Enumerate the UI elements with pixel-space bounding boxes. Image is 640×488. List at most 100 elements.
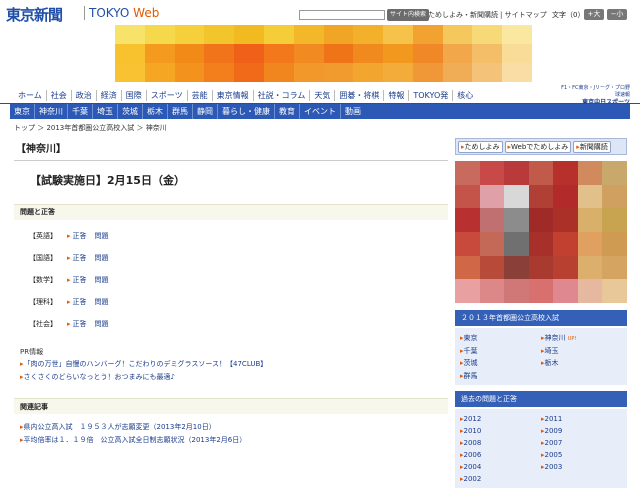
photo-tile bbox=[577, 231, 603, 256]
year-link[interactable]: ▸2012 bbox=[460, 415, 481, 423]
trial-subscribe-link[interactable]: ためしよみ・新聞購読 bbox=[428, 11, 498, 19]
pr-item[interactable]: ▸さくさくのどらいなっとう！おつまみにも最適♪ bbox=[20, 372, 175, 382]
subnav-events[interactable]: イベント bbox=[300, 104, 341, 119]
font-bigger-button[interactable]: +大 bbox=[584, 9, 604, 20]
nav-society[interactable]: 社会 bbox=[47, 90, 72, 101]
year-link[interactable]: ▸2011 bbox=[541, 415, 562, 423]
banner-tile bbox=[174, 63, 205, 82]
subnav-kanagawa[interactable]: 神奈川 bbox=[35, 104, 68, 119]
nav-tokyo-hatsu[interactable]: TOKYO発 bbox=[409, 90, 454, 101]
year-link[interactable]: ▸2008 bbox=[460, 439, 481, 447]
banner-tile bbox=[263, 44, 294, 63]
subnav-tokyo[interactable]: 東京 bbox=[10, 104, 35, 119]
site-logo-en[interactable]: TOKYO Web bbox=[89, 6, 159, 20]
answer-link[interactable]: 正答 bbox=[73, 298, 87, 306]
pref-link-gunma[interactable]: ▸群馬 bbox=[460, 371, 478, 381]
banner-tile bbox=[115, 25, 145, 44]
question-link[interactable]: 問題 bbox=[95, 276, 109, 284]
subject-name: 【国語】 bbox=[29, 254, 57, 262]
nav-editorial[interactable]: 社説・コラム bbox=[254, 90, 311, 101]
answer-link[interactable]: 正答 bbox=[73, 232, 87, 240]
pr-item[interactable]: ▸「肉の万世」自慢のハンバーグ！こだわりのデミグラスソース！【47CLUB】 bbox=[20, 359, 267, 369]
tab-subscribe[interactable]: ▸新聞購読 bbox=[573, 140, 611, 153]
tab-trial[interactable]: ▸ためしよみ bbox=[458, 140, 503, 153]
nav-politics[interactable]: 政治 bbox=[72, 90, 97, 101]
sitemap-link[interactable]: サイトマップ bbox=[505, 11, 547, 19]
nav-tokyo-info[interactable]: 東京情報 bbox=[213, 90, 254, 101]
photo-tile bbox=[504, 161, 529, 185]
banner-tile bbox=[115, 44, 145, 63]
year-link[interactable]: ▸2010 bbox=[460, 427, 481, 435]
question-link[interactable]: 問題 bbox=[95, 320, 109, 328]
banner-tile bbox=[383, 63, 413, 82]
related-article[interactable]: ▸県内公立高入試 １９５３人が志願変更（2013年2月10日） bbox=[20, 422, 216, 432]
year-link[interactable]: ▸2007 bbox=[541, 439, 562, 447]
year-link[interactable]: ▸2004 bbox=[460, 463, 481, 471]
subnav-living[interactable]: 暮らし・健康 bbox=[218, 104, 275, 119]
banner-tile bbox=[263, 25, 294, 44]
nav-go-shogi[interactable]: 囲碁・将棋 bbox=[335, 90, 385, 101]
subnav-shizuoka[interactable]: 静岡 bbox=[193, 104, 218, 119]
nav-international[interactable]: 国際 bbox=[122, 90, 147, 101]
site-logo[interactable]: 東京新聞 bbox=[6, 4, 63, 25]
year-link[interactable]: ▸2005 bbox=[541, 451, 562, 459]
tab-web-trial[interactable]: ▸Webでためしよみ bbox=[504, 140, 572, 153]
arrow-icon: ▸ bbox=[67, 276, 71, 284]
nav-tokuho[interactable]: 特報 bbox=[384, 90, 410, 101]
subnav-gunma[interactable]: 群馬 bbox=[168, 104, 193, 119]
answer-link[interactable]: 正答 bbox=[73, 276, 87, 284]
pref-link-label: 千葉 bbox=[463, 347, 478, 355]
year-link-label: 2004 bbox=[463, 463, 482, 471]
subnav-education[interactable]: 教育 bbox=[275, 104, 300, 119]
year-link[interactable]: ▸2006 bbox=[460, 451, 481, 459]
year-link-label: 2012 bbox=[463, 415, 482, 423]
related-article[interactable]: ▸平均倍率は１．１９倍 公立高入試全日制志願状況（2013年2月6日） bbox=[20, 435, 246, 445]
subnav-tochigi[interactable]: 栃木 bbox=[143, 104, 168, 119]
answer-link[interactable]: 正答 bbox=[73, 320, 87, 328]
subnav-saitama[interactable]: 埼玉 bbox=[93, 104, 118, 119]
tab-trial-label: ためしよみ bbox=[464, 142, 500, 151]
subnav-video[interactable]: 動画 bbox=[341, 104, 365, 119]
pref-link-chiba[interactable]: ▸千葉 bbox=[460, 346, 478, 356]
photo-tile bbox=[479, 161, 505, 185]
pref-link-kanagawa[interactable]: ▸神奈川 UP! bbox=[541, 333, 576, 343]
logo-web-text: Web bbox=[133, 6, 160, 20]
photo-tile bbox=[504, 208, 529, 232]
nav-kakushin[interactable]: 核心 bbox=[453, 90, 477, 101]
banner-tile bbox=[502, 44, 532, 63]
site-search-button[interactable]: サイト内検索 bbox=[387, 9, 430, 21]
pref-link-saitama[interactable]: ▸埼玉 bbox=[541, 346, 559, 356]
banner-tile bbox=[412, 63, 443, 82]
blurred-photo[interactable] bbox=[455, 161, 627, 303]
subnav-ibaraki[interactable]: 茨城 bbox=[118, 104, 143, 119]
pref-link-tochigi[interactable]: ▸栃木 bbox=[541, 358, 559, 368]
subnav-chiba[interactable]: 千葉 bbox=[68, 104, 93, 119]
banner-tile bbox=[234, 63, 264, 82]
year-link[interactable]: ▸2003 bbox=[541, 463, 562, 471]
pref-link-label: 東京 bbox=[463, 334, 478, 342]
photo-tile bbox=[479, 208, 505, 232]
photo-tile bbox=[553, 208, 578, 232]
question-link[interactable]: 問題 bbox=[95, 232, 109, 240]
photo-tile bbox=[577, 208, 603, 232]
question-link[interactable]: 問題 bbox=[95, 298, 109, 306]
nav-sports[interactable]: スポーツ bbox=[147, 90, 188, 101]
year-link[interactable]: ▸2009 bbox=[541, 427, 562, 435]
search-input[interactable] bbox=[299, 10, 385, 20]
ad-banner[interactable] bbox=[115, 25, 532, 82]
pref-link-ibaraki[interactable]: ▸茨城 bbox=[460, 358, 478, 368]
photo-tile bbox=[528, 279, 554, 303]
nav-entertainment[interactable]: 芸能 bbox=[188, 90, 213, 101]
subject-name: 【理科】 bbox=[29, 298, 57, 306]
nav-home[interactable]: ホーム bbox=[14, 90, 47, 101]
nav-economy[interactable]: 経済 bbox=[97, 90, 122, 101]
nav-weather[interactable]: 天気 bbox=[310, 90, 336, 101]
question-link[interactable]: 問題 bbox=[95, 254, 109, 262]
pref-link-tokyo[interactable]: ▸東京 bbox=[460, 333, 478, 343]
answer-link[interactable]: 正答 bbox=[73, 254, 87, 262]
photo-tile bbox=[553, 161, 578, 185]
banner-tile bbox=[204, 44, 235, 63]
font-smaller-button[interactable]: −小 bbox=[607, 9, 627, 20]
breadcrumb[interactable]: トップ ＞ 2013年首都圏公立高校入試 ＞ 神奈川 bbox=[14, 123, 167, 133]
year-link[interactable]: ▸2002 bbox=[460, 475, 481, 483]
